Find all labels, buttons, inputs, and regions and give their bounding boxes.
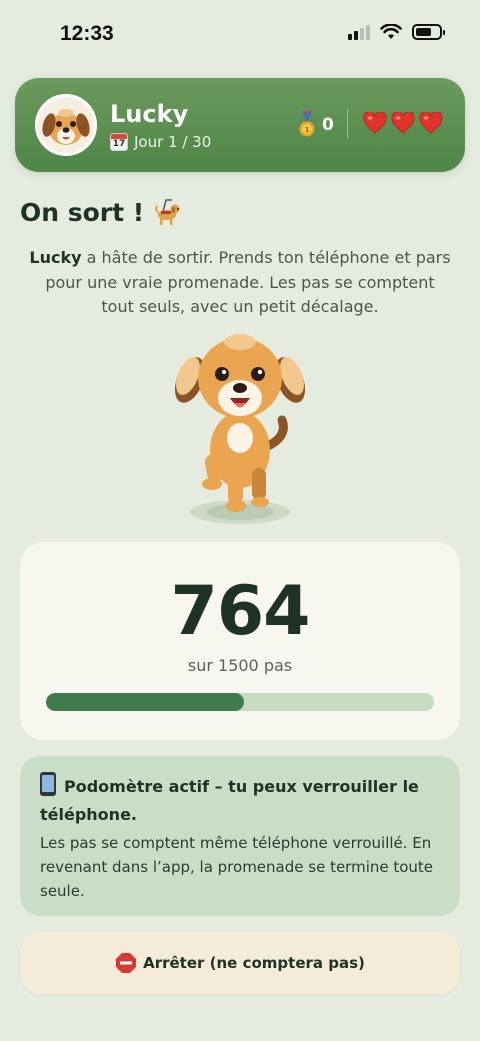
pet-avatar[interactable]	[35, 94, 97, 156]
calendar-icon: 17	[110, 133, 128, 151]
pedometer-info-card: Podomètre actif – tu peux verrouiller le…	[20, 756, 460, 916]
svg-text:1: 1	[305, 126, 310, 134]
pedometer-info-body: Les pas se comptent même téléphone verro…	[40, 834, 434, 900]
signal-icon	[348, 24, 370, 40]
page-title: On sort !	[20, 197, 145, 227]
stop-sign-icon	[116, 953, 137, 973]
status-time: 12:33	[60, 22, 114, 45]
pet-header-card: Lucky 17 Jour 1 / 30 1 0	[15, 78, 465, 172]
battery-icon	[412, 24, 445, 40]
medal-counter: 1 0	[298, 111, 334, 139]
status-icons	[348, 24, 445, 40]
dog-face-icon	[38, 97, 94, 153]
steps-progress-fill	[46, 693, 244, 711]
header-divider	[347, 109, 348, 139]
steps-count: 764	[170, 572, 311, 651]
intro-text: Lucky a hâte de sortir. Prends ton télép…	[29, 248, 451, 316]
heart-icon	[391, 112, 415, 134]
steps-goal: sur 1500 pas	[187, 656, 293, 675]
heart-icon	[363, 112, 387, 134]
stop-walk-label: Arrêter (ne comptera pas)	[143, 954, 365, 972]
heart-icon	[419, 112, 443, 134]
pet-name: Lucky	[110, 100, 189, 128]
day-label: Jour 1 / 30	[134, 133, 212, 151]
phone-icon	[40, 772, 56, 796]
walking-dog-illustration	[174, 334, 306, 524]
day-counter: 17 Jour 1 / 30	[110, 133, 211, 151]
medal-count: 0	[322, 115, 334, 135]
guide-dog-icon	[155, 199, 180, 225]
status-bar: 12:33	[0, 0, 480, 72]
steps-card: 764 sur 1500 pas	[20, 542, 460, 740]
lives-hearts	[363, 112, 443, 134]
steps-progress-bar	[46, 693, 434, 711]
wifi-icon	[380, 24, 402, 39]
medal-icon: 1	[299, 111, 315, 137]
pedometer-info-title: Podomètre actif – tu peux verrouiller le…	[40, 772, 440, 829]
stop-walk-button[interactable]: Arrêter (ne comptera pas)	[20, 932, 460, 994]
page-title-row: On sort !	[20, 196, 184, 228]
